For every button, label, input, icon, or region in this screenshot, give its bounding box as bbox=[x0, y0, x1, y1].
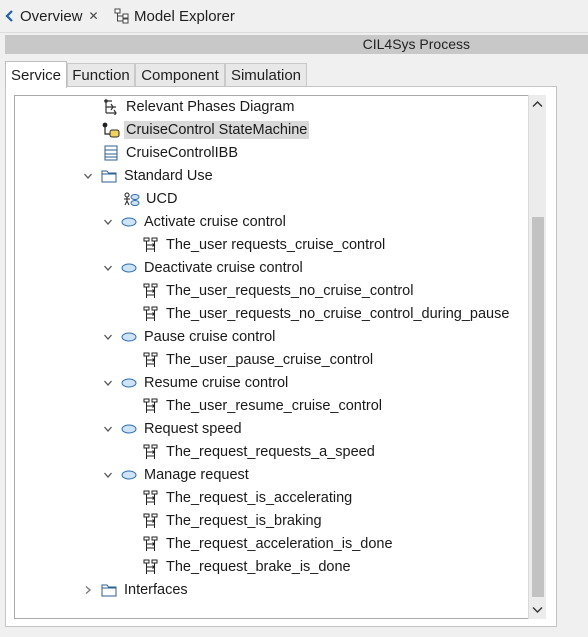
process-title: CIL4Sys Process bbox=[362, 36, 470, 52]
tab-overview[interactable]: Overview ✕ bbox=[4, 5, 99, 27]
tree-item-pause-cruise-control[interactable]: Pause cruise control bbox=[101, 326, 277, 348]
overview-icon bbox=[4, 9, 16, 23]
tree-item-label: The_user requests_cruise_control bbox=[166, 237, 386, 253]
tab-function[interactable]: Function bbox=[67, 63, 135, 87]
use-case-icon bbox=[120, 375, 138, 391]
tree-item-scenario[interactable]: The_user requests_cruise_control bbox=[123, 234, 387, 256]
scrollbar-thumb[interactable] bbox=[532, 217, 544, 597]
tab-function-label: Function bbox=[72, 67, 130, 84]
use-case-icon bbox=[120, 214, 138, 230]
chevron-down-icon[interactable] bbox=[101, 424, 115, 434]
scenario-icon bbox=[142, 306, 160, 322]
chevron-down-icon[interactable] bbox=[101, 378, 115, 388]
tree-item-scenario[interactable]: The_request_acceleration_is_done bbox=[123, 533, 395, 555]
use-case-icon bbox=[120, 329, 138, 345]
scenario-icon bbox=[142, 559, 160, 575]
process-title-bar: CIL4Sys Process bbox=[5, 35, 588, 54]
state-machine-icon bbox=[102, 122, 120, 138]
tree-item-label: The_request_requests_a_speed bbox=[166, 444, 375, 460]
scenario-icon bbox=[142, 444, 160, 460]
tab-service[interactable]: Service bbox=[5, 61, 67, 88]
tree-item-cruisecontrol-statemachine[interactable]: CruiseControl StateMachine bbox=[83, 119, 310, 141]
tree-item-scenario[interactable]: The_user_requests_no_cruise_control bbox=[123, 280, 415, 302]
use-case-icon bbox=[120, 421, 138, 437]
tab-simulation[interactable]: Simulation bbox=[225, 63, 307, 87]
tree-item-label: The_user_requests_no_cruise_control_duri… bbox=[166, 306, 510, 322]
ibb-icon bbox=[102, 145, 120, 161]
tree-item-label: Standard Use bbox=[124, 168, 213, 184]
use-case-icon bbox=[120, 467, 138, 483]
folder-icon bbox=[100, 168, 118, 184]
tree-item-label: The_request_is_accelerating bbox=[166, 490, 353, 506]
tree-item-label: The_user_resume_cruise_control bbox=[166, 398, 382, 414]
tree-item-ucd[interactable]: UCD bbox=[103, 188, 179, 210]
use-case-diagram-icon bbox=[122, 191, 140, 207]
scenario-icon bbox=[142, 237, 160, 253]
tree-item-label: CruiseControl StateMachine bbox=[124, 121, 310, 139]
tree-item-label: The_user_pause_cruise_control bbox=[166, 352, 374, 368]
tree-item-scenario[interactable]: The_request_brake_is_done bbox=[123, 556, 353, 578]
tree-item-scenario[interactable]: The_request_is_accelerating bbox=[123, 487, 354, 509]
tree-item-label: Manage request bbox=[144, 467, 249, 483]
tree-item-cruisecontrolibb[interactable]: CruiseControlIBB bbox=[83, 142, 240, 164]
tab-simulation-label: Simulation bbox=[230, 67, 302, 84]
tree-item-interfaces[interactable]: Interfaces bbox=[81, 579, 190, 601]
folder-icon bbox=[100, 582, 118, 598]
tree-item-manage-request[interactable]: Manage request bbox=[101, 464, 251, 486]
tree-item-label: The_request_acceleration_is_done bbox=[166, 536, 393, 552]
scroll-down-icon[interactable] bbox=[529, 601, 546, 619]
chevron-down-icon[interactable] bbox=[81, 171, 95, 181]
tab-model-explorer[interactable]: Model Explorer bbox=[114, 5, 235, 27]
tree-item-request-speed[interactable]: Request speed bbox=[101, 418, 244, 440]
scenario-icon bbox=[142, 398, 160, 414]
chevron-down-icon[interactable] bbox=[101, 263, 115, 273]
scenario-icon bbox=[142, 352, 160, 368]
scenario-icon bbox=[142, 513, 160, 529]
tree-item-scenario[interactable]: The_request_requests_a_speed bbox=[123, 441, 377, 463]
chevron-down-icon[interactable] bbox=[101, 470, 115, 480]
tab-model-explorer-label: Model Explorer bbox=[134, 7, 235, 25]
tree-item-standard-use[interactable]: Standard Use bbox=[81, 165, 215, 187]
close-icon[interactable]: ✕ bbox=[89, 9, 99, 23]
vertical-scrollbar[interactable] bbox=[528, 95, 546, 619]
view-tab-bar: Overview ✕ Model Explorer bbox=[0, 0, 588, 33]
tree-item-scenario[interactable]: The_user_pause_cruise_control bbox=[123, 349, 375, 371]
tree-item-scenario[interactable]: The_user_requests_no_cruise_control_duri… bbox=[123, 303, 511, 325]
tab-component-label: Component bbox=[141, 67, 219, 84]
model-explorer-icon bbox=[114, 8, 130, 24]
tree-item-label: Request speed bbox=[144, 421, 242, 437]
tree-item-scenario[interactable]: The_request_is_braking bbox=[123, 510, 324, 532]
tree-item-label: The_user_requests_no_cruise_control bbox=[166, 283, 414, 299]
chevron-right-icon[interactable] bbox=[81, 585, 95, 595]
tree-item-resume-cruise-control[interactable]: Resume cruise control bbox=[101, 372, 290, 394]
tree-item-label: The_request_is_braking bbox=[166, 513, 322, 529]
chevron-down-icon[interactable] bbox=[101, 332, 115, 342]
tree-item-scenario[interactable]: The_user_resume_cruise_control bbox=[123, 395, 384, 417]
tree-item-label: Deactivate cruise control bbox=[144, 260, 303, 276]
tree-item-label: Interfaces bbox=[124, 582, 188, 598]
phases-diagram-icon bbox=[102, 99, 120, 115]
scenario-icon bbox=[142, 536, 160, 552]
scenario-icon bbox=[142, 283, 160, 299]
tree-item-label: Relevant Phases Diagram bbox=[126, 99, 295, 115]
chevron-down-icon[interactable] bbox=[101, 217, 115, 227]
use-case-icon bbox=[120, 260, 138, 276]
scroll-up-icon[interactable] bbox=[529, 95, 546, 113]
tree-item-label: Pause cruise control bbox=[144, 329, 276, 345]
service-tree[interactable]: Relevant Phases Diagram CruiseControl St… bbox=[14, 95, 530, 619]
tab-overview-label: Overview bbox=[20, 7, 83, 25]
scenario-icon bbox=[142, 490, 160, 506]
tree-item-label: Resume cruise control bbox=[144, 375, 289, 391]
tree-item-activate-cruise-control[interactable]: Activate cruise control bbox=[101, 211, 288, 233]
tree-item-label: The_request_brake_is_done bbox=[166, 559, 351, 575]
tree-item-label: CruiseControlIBB bbox=[126, 145, 239, 161]
tree-item-label: Activate cruise control bbox=[144, 214, 286, 230]
tree-item-deactivate-cruise-control[interactable]: Deactivate cruise control bbox=[101, 257, 305, 279]
tree-item-relevant-phases-diagram[interactable]: Relevant Phases Diagram bbox=[83, 96, 296, 118]
tab-component[interactable]: Component bbox=[135, 63, 225, 87]
tab-service-label: Service bbox=[10, 66, 62, 84]
tree-item-label: UCD bbox=[146, 191, 178, 207]
